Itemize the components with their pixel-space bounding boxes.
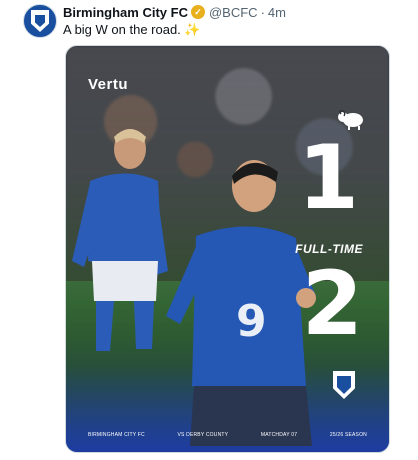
account-handle[interactable]: @BCFC: [209, 5, 258, 20]
footer-fixture: VS DERBY COUNTY: [177, 432, 229, 438]
footer-matchday: MATCHDAY 07: [260, 432, 298, 438]
tweet-header: Birmingham City FC ✓ @BCFC · 4m: [63, 4, 286, 20]
bcfc-crest-icon: [31, 10, 49, 32]
celebrating-player-right: 9: [166, 160, 316, 446]
tweet-media-image[interactable]: Vertu 9 1 FULL-TIME 2 BIRMINGHAM CITY FC…: [65, 45, 390, 453]
footer-team: BIRMINGHAM CITY FC: [88, 432, 145, 438]
sparkle-emoji: ✨: [184, 22, 201, 37]
separator-dot: ·: [260, 4, 265, 20]
tweet-text: A big W on the road. ✨: [63, 22, 201, 38]
verified-badge-icon: ✓: [190, 5, 205, 19]
tweet-text-body: A big W on the road.: [63, 22, 181, 37]
svg-text:9: 9: [236, 296, 267, 347]
graphic-footer: BIRMINGHAM CITY FC VS DERBY COUNTY MATCH…: [66, 432, 389, 438]
tweet-timestamp[interactable]: 4m: [268, 5, 286, 20]
tweet[interactable]: Birmingham City FC ✓ @BCFC · 4m A big W …: [0, 0, 418, 460]
account-avatar[interactable]: [23, 4, 57, 38]
sponsor-logo: Vertu: [88, 76, 129, 93]
account-name[interactable]: Birmingham City FC: [63, 5, 188, 20]
home-score: 2: [301, 252, 363, 355]
footer-season: 25/26 SEASON: [329, 432, 367, 438]
opponent-score: 1: [297, 126, 359, 229]
